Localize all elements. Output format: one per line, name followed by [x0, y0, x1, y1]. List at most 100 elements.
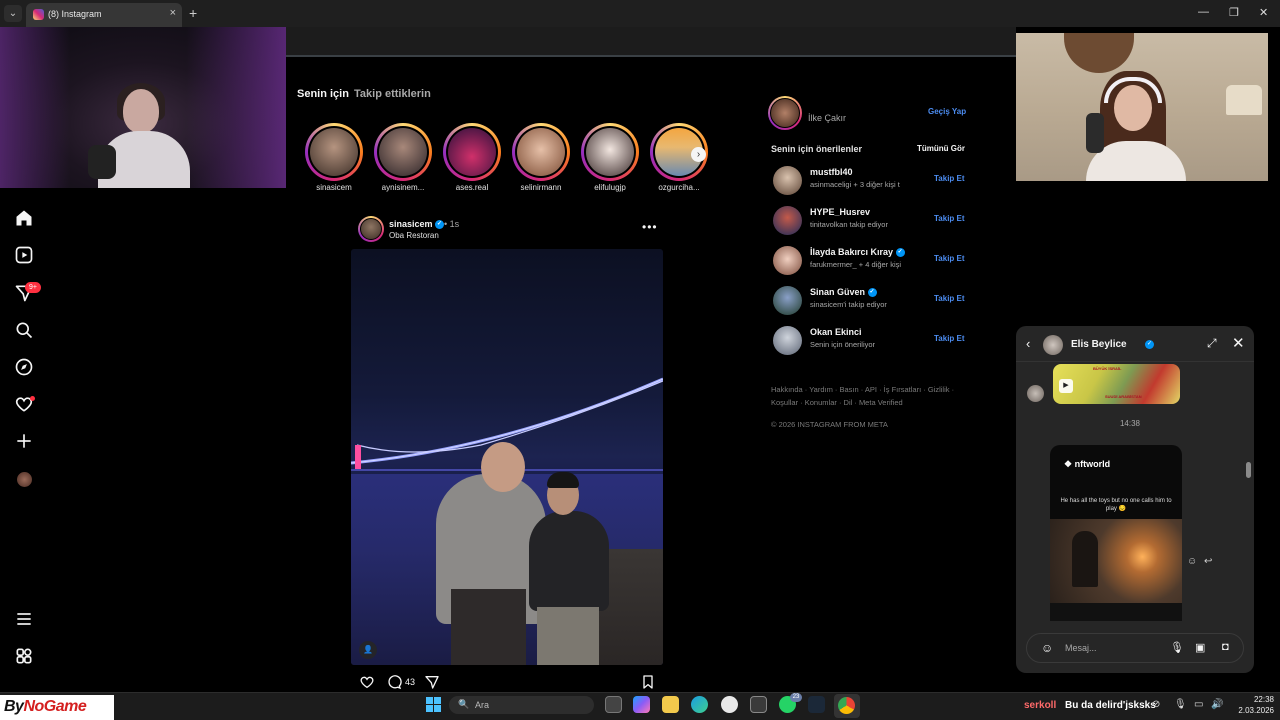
explore-icon[interactable]: [14, 357, 34, 377]
edge-icon[interactable]: [691, 696, 708, 713]
reels-icon[interactable]: [14, 245, 34, 265]
create-plus-icon[interactable]: [14, 431, 34, 451]
reply-icon[interactable]: ↩: [1204, 556, 1212, 567]
post-author[interactable]: sinasicem ✓: [389, 219, 445, 230]
file-explorer-icon[interactable]: [662, 696, 679, 713]
shared-reel[interactable]: ❖ nftworld He has all the toys but no on…: [1050, 445, 1182, 621]
taskbar-search-label[interactable]: Ara: [475, 700, 489, 710]
current-user-name[interactable]: İlke Çakır: [808, 113, 846, 123]
tab-search-chevron-icon[interactable]: ⌄: [4, 5, 22, 22]
more-menu-icon[interactable]: [14, 609, 34, 629]
suggestion-avatar[interactable]: [773, 246, 802, 275]
tagged-people-icon[interactable]: 👤: [359, 641, 377, 659]
network-icon[interactable]: ▭: [1194, 699, 1203, 710]
suggestion-avatar[interactable]: [773, 166, 802, 195]
story-ring: [443, 123, 501, 181]
map-label: BÜYÜK İSRAİL: [1093, 366, 1122, 371]
search-icon: 🔍: [458, 699, 470, 709]
story-item[interactable]: aynisinem...: [374, 123, 432, 195]
maximize-button[interactable]: ❐: [1229, 6, 1239, 19]
current-user-avatar[interactable]: [768, 96, 802, 130]
microphone-icon[interactable]: 🎙: [1170, 641, 1184, 654]
suggestion-name[interactable]: İlayda Bakırcı Kıray ✓: [810, 247, 905, 258]
story-username: elifulugjp: [594, 183, 626, 192]
task-view-icon[interactable]: [605, 696, 622, 713]
suggestion-name[interactable]: Okan Ekinci: [810, 327, 862, 337]
close-window-button[interactable]: ✕: [1259, 6, 1268, 19]
minimize-button[interactable]: —: [1198, 6, 1209, 18]
story-item[interactable]: elifulugjp: [581, 123, 639, 195]
tab-close-icon[interactable]: ×: [170, 7, 176, 19]
follow-button[interactable]: Takip Et: [934, 294, 965, 303]
microphone-icon[interactable]: 🎙: [1174, 699, 1187, 710]
story-item[interactable]: selinirmann: [512, 123, 570, 195]
follow-button[interactable]: Takip Et: [934, 214, 965, 223]
sticker-icon[interactable]: ◘: [1222, 641, 1229, 653]
expand-icon[interactable]: ⤢: [1207, 336, 1217, 351]
story-username: ases.real: [455, 183, 489, 192]
message-placeholder[interactable]: Mesaj...: [1065, 643, 1097, 653]
comment-icon[interactable]: [386, 674, 402, 690]
suggestion-avatar[interactable]: [773, 286, 802, 315]
suggestion-avatar[interactable]: [773, 326, 802, 355]
stories-next-chevron-icon[interactable]: ›: [691, 147, 706, 162]
verified-badge-icon: ✓: [435, 220, 445, 230]
back-chevron-icon[interactable]: ‹: [1026, 336, 1030, 351]
see-all-link[interactable]: Tümünü Gör: [917, 144, 965, 153]
tab-title: (8) Instagram: [48, 9, 102, 19]
system-clock[interactable]: 22:38 2.03.2026: [1234, 694, 1274, 716]
person-right-legs: [537, 607, 599, 665]
follow-button[interactable]: Takip Et: [934, 334, 965, 343]
suggestion-name[interactable]: mustfbl40: [810, 167, 853, 177]
search-icon[interactable]: [14, 320, 34, 340]
like-heart-icon[interactable]: [359, 674, 375, 690]
emoji-icon[interactable]: ☺: [1041, 641, 1053, 655]
post-location[interactable]: Oba Restoran: [389, 231, 439, 240]
tray-icon[interactable]: ⊘: [1152, 699, 1160, 710]
message-input[interactable]: ☺ Mesaj... 🎙 ▣ ◘: [1026, 633, 1244, 663]
steam-icon[interactable]: [808, 696, 825, 713]
chat-scrollbar-thumb[interactable]: [1246, 462, 1251, 478]
switch-account-link[interactable]: Geçiş Yap: [928, 107, 966, 116]
footer-links[interactable]: Hakkında · Yardım · Basın · API · İş Fır…: [771, 383, 971, 409]
home-icon[interactable]: [14, 208, 34, 228]
share-icon[interactable]: [424, 674, 440, 690]
tab-for-you[interactable]: Senin için: [297, 88, 349, 100]
copilot-icon[interactable]: [633, 696, 650, 713]
post-username[interactable]: sinasicem: [389, 219, 433, 229]
suggestion-name[interactable]: HYPE_Husrev: [810, 207, 870, 217]
suggestion-name-text[interactable]: Sinan Güven: [810, 287, 865, 297]
story-item[interactable]: sinasicem: [305, 123, 363, 195]
image-upload-icon[interactable]: ▣: [1195, 641, 1205, 654]
store-icon[interactable]: [750, 696, 767, 713]
story-item[interactable]: ases.real: [443, 123, 501, 195]
chat-scrollbar[interactable]: [1245, 366, 1251, 621]
post-author-avatar[interactable]: [358, 216, 384, 242]
suggestion-avatar[interactable]: [773, 206, 802, 235]
save-bookmark-icon[interactable]: [640, 674, 656, 690]
volume-icon[interactable]: 🔊: [1211, 699, 1223, 710]
new-tab-button[interactable]: +: [189, 5, 197, 21]
chat-contact-avatar[interactable]: [1043, 335, 1063, 355]
person-right: [529, 511, 609, 611]
follow-button[interactable]: Takip Et: [934, 174, 965, 183]
taskbar-search[interactable]: 🔍 Ara: [449, 696, 594, 714]
suggestion-name-text[interactable]: İlayda Bakırcı Kıray: [810, 247, 893, 257]
purple-light: [0, 27, 70, 188]
close-icon[interactable]: ✕: [1232, 334, 1245, 352]
browser-tab-instagram[interactable]: (8) Instagram ×: [26, 3, 182, 27]
react-emoji-icon[interactable]: ☺: [1187, 556, 1197, 567]
map-label: SUUDİ ARABİSTAN: [1105, 394, 1142, 399]
windows-start-icon[interactable]: [426, 697, 441, 712]
tab-following[interactable]: Takip ettiklerin: [354, 88, 431, 100]
profile-avatar[interactable]: [17, 472, 32, 487]
suggestion-name[interactable]: Sinan Güven ✓: [810, 287, 877, 298]
obs-icon[interactable]: [721, 696, 738, 713]
post-more-options-icon[interactable]: •••: [642, 220, 658, 234]
play-icon[interactable]: ▶: [1059, 379, 1073, 393]
meta-apps-icon[interactable]: [14, 646, 34, 666]
follow-button[interactable]: Takip Et: [934, 254, 965, 263]
chrome-icon[interactable]: [838, 697, 855, 714]
chat-contact-name[interactable]: Elis Beylice: [1071, 339, 1127, 350]
post-image[interactable]: [351, 249, 663, 665]
